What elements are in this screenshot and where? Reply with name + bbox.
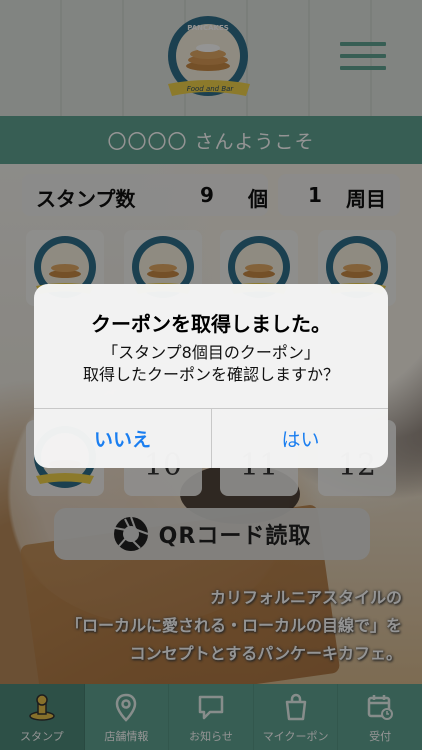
alert-message-line: 取得したクーポンを確認しますか？ <box>82 365 339 384</box>
alert-no-button[interactable]: いいえ <box>34 409 211 468</box>
alert-title: クーポンを取得しました。 <box>91 312 331 336</box>
alert-message: 「スタンプ8個目のクーポン」 取得したクーポンを確認しますか？ <box>34 342 388 386</box>
alert-yes-button[interactable]: はい <box>212 409 388 468</box>
coupon-alert-dialog: クーポンを取得しました。 「スタンプ8個目のクーポン」 取得したクーポンを確認し… <box>34 284 388 468</box>
alert-message-line: 「スタンプ8個目のクーポン」 <box>102 343 320 362</box>
